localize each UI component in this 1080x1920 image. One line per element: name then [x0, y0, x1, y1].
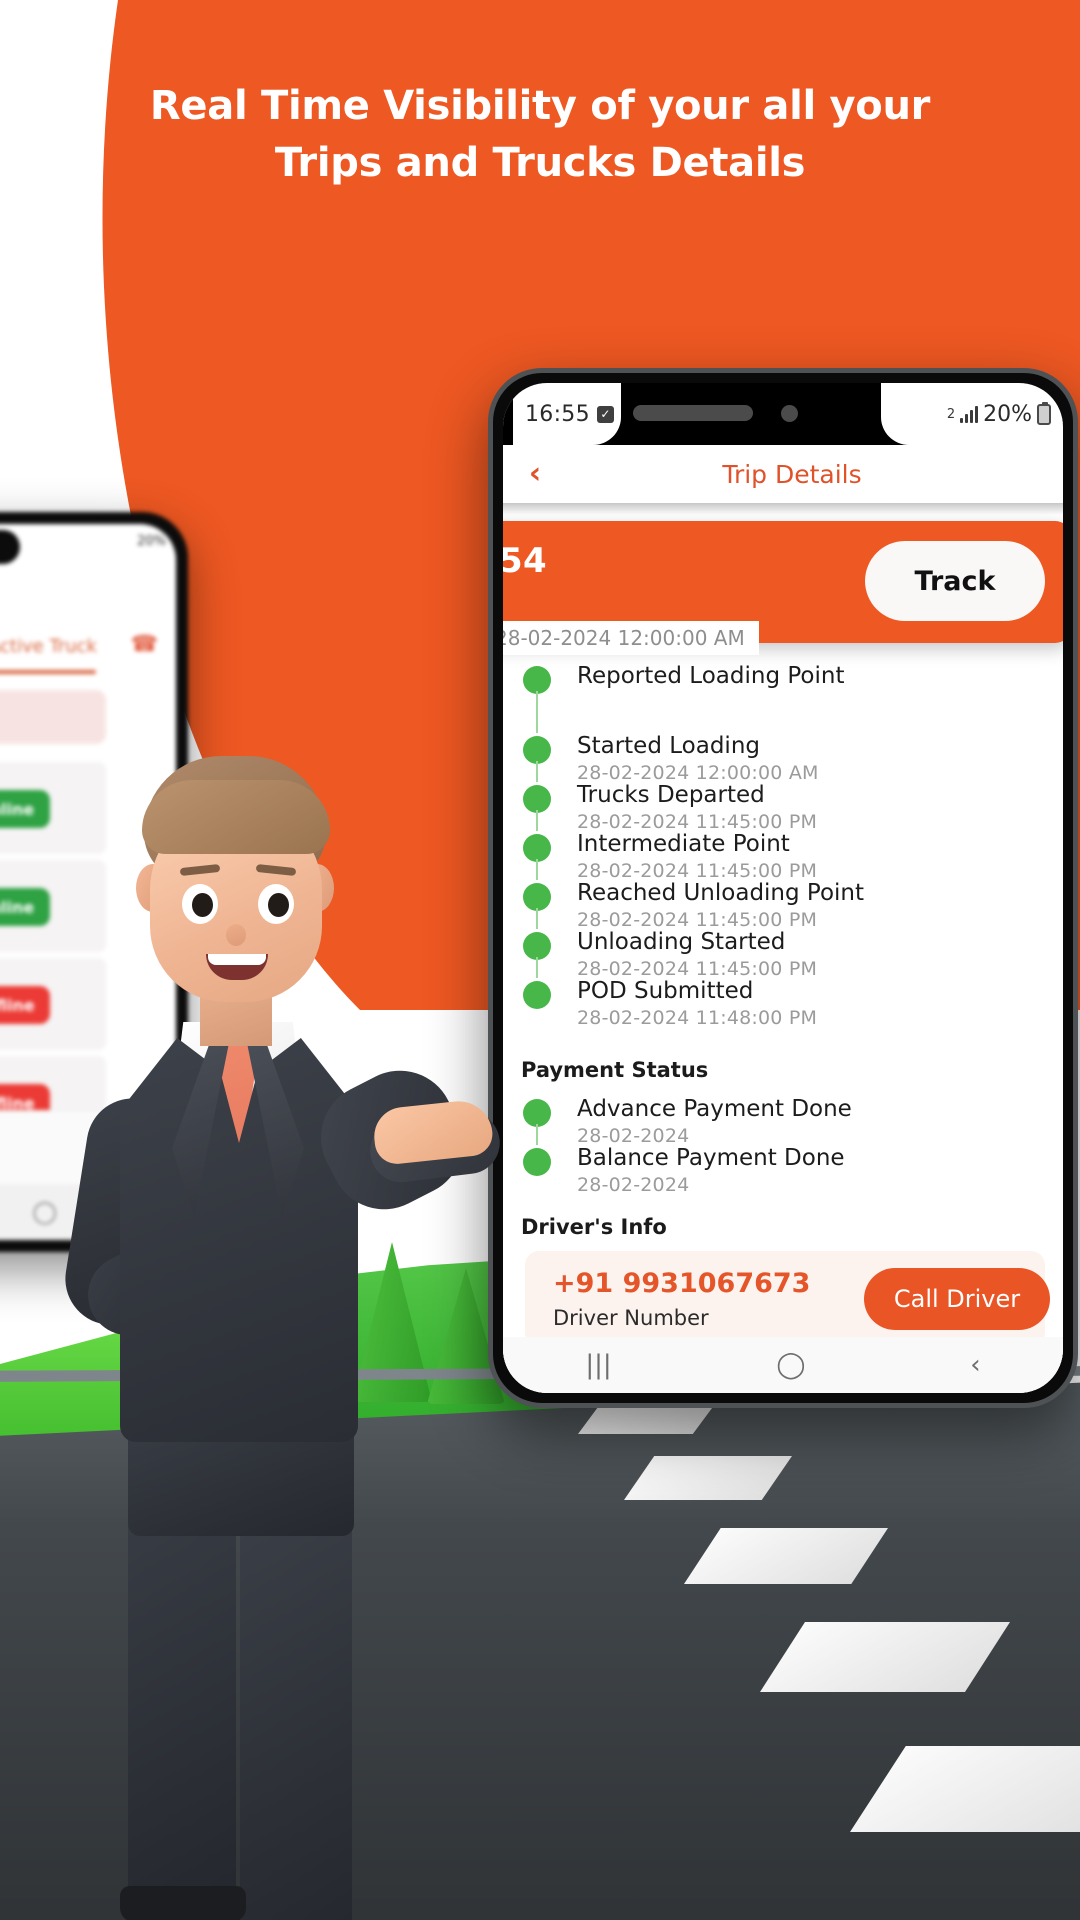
- character-teeth: [208, 954, 266, 965]
- timeline-item: Reported Loading Point: [503, 663, 1063, 733]
- timeline-item: Trucks Departed 28-02-2024 11:45:00 PM: [503, 782, 1063, 833]
- character-fringe: [142, 780, 330, 854]
- battery-icon: [1037, 401, 1051, 425]
- phone-screen: 16:55 ✓ 2 20% ‹ Trip Details WB7: [503, 383, 1063, 1393]
- payment-status-heading: Payment Status: [521, 1058, 709, 1082]
- driver-number-caption: Driver Number: [553, 1306, 709, 1330]
- front-camera-icon: [781, 405, 798, 422]
- timeline-dot-icon: [523, 666, 551, 694]
- payment-timeline-item: Advance Payment Done 28-02-2024: [503, 1096, 1063, 1147]
- promo-screenshot: Real Time Visibility of your all your Tr…: [0, 0, 1080, 1920]
- secondary-app-header: me ☎: [0, 572, 176, 657]
- promo-headline: Real Time Visibility of your all your Tr…: [110, 78, 970, 192]
- timeline-connector: [536, 761, 538, 782]
- timeline-connector: [536, 691, 538, 733]
- timeline-label: Reached Unloading Point: [577, 880, 865, 906]
- timeline-item: Reached Unloading Point 28-02-2024 11:45…: [503, 880, 1063, 931]
- status-bar-right: 2 20%: [881, 383, 1063, 445]
- primary-phone-mockup: 16:55 ✓ 2 20% ‹ Trip Details WB7: [488, 368, 1078, 1408]
- timeline-label: Unloading Started: [577, 929, 786, 955]
- character-leg-left: [128, 1506, 236, 1920]
- track-button[interactable]: Track: [865, 541, 1045, 621]
- timeline-item: POD Submitted 28-02-2024 11:48:00 PM: [503, 978, 1063, 1034]
- timeline-label: Started Loading: [577, 733, 760, 759]
- timeline-connector: [536, 908, 538, 929]
- character-pupil-left: [192, 893, 213, 917]
- battery-percent: 20%: [983, 401, 1032, 427]
- network-type-label: 2: [946, 406, 956, 422]
- secondary-phone-notch: [0, 530, 20, 564]
- android-navbar[interactable]: ||| ◯ ‹: [503, 1337, 1063, 1393]
- timeline-label: Reported Loading Point: [577, 663, 845, 689]
- timeline-dot-icon: [523, 736, 551, 764]
- payment-label: Balance Payment Done: [577, 1145, 845, 1171]
- timeline-item: Intermediate Point 28-02-2024 11:45:00 P…: [503, 831, 1063, 882]
- timeline-dot-icon: [523, 932, 551, 960]
- timeline-connector: [536, 859, 538, 880]
- driver-info-card: +91 9931067673 Driver Number Call Driver: [525, 1251, 1050, 1347]
- timeline-timestamp: 28-02-2024 11:48:00 PM: [577, 1007, 818, 1030]
- character-shoe: [120, 1886, 246, 1920]
- character-pupil-right: [268, 893, 289, 917]
- character-leg-right: [240, 1506, 352, 1920]
- timeline-dot-icon: [523, 981, 551, 1009]
- timeline-item: Started Loading 28-02-2024 12:00:00 AM: [503, 733, 1063, 784]
- timeline-dot-icon: [523, 1148, 551, 1176]
- headline-line-1: Real Time Visibility of your all your: [149, 83, 931, 129]
- headline-line-2: Trips and Trucks Details: [274, 139, 806, 186]
- timeline-label: POD Submitted: [577, 978, 754, 1004]
- businessman-3d-character: [24, 746, 504, 1920]
- timeline-dot-icon: [523, 785, 551, 813]
- vehicle-number: WB73G4554: [503, 541, 547, 581]
- page-title: Trip Details: [722, 459, 862, 489]
- earpiece-speaker-icon: [633, 405, 753, 421]
- timeline-dot-icon: [523, 883, 551, 911]
- back-icon[interactable]: ‹: [970, 1350, 980, 1380]
- status-bar-left: 16:55 ✓: [513, 383, 621, 445]
- check-square-icon: ✓: [596, 405, 614, 423]
- status-time: 16:55: [525, 401, 590, 427]
- timeline-connector: [536, 1124, 538, 1145]
- recents-icon[interactable]: |||: [585, 1350, 611, 1380]
- app-bar: ‹ Trip Details: [503, 445, 1063, 503]
- tab-active-truck[interactable]: Active Truck: [0, 636, 97, 657]
- home-icon[interactable]: ◯: [776, 1350, 805, 1380]
- secondary-search-input[interactable]: ks: [0, 690, 106, 744]
- timeline-dot-icon: [523, 1099, 551, 1127]
- secondary-tab-bar[interactable]: ucks Active Truck: [0, 636, 176, 680]
- timeline-item: Unloading Started 28-02-2024 11:45:00 PM: [503, 929, 1063, 980]
- tab-active-indicator: [0, 670, 96, 674]
- trip-details-content: WB73G4554 Trip ID: 5 Track 28-02-2024 12…: [503, 503, 1063, 1393]
- signal-bars-icon: [960, 405, 979, 423]
- payment-timeline-item: Balance Payment Done 28-02-2024: [503, 1145, 1063, 1199]
- trip-timeline: Reported Loading Point Started Loading 2…: [503, 663, 1063, 1393]
- timeline-dot-icon: [523, 834, 551, 862]
- call-driver-button[interactable]: Call Driver: [864, 1268, 1050, 1330]
- trip-start-datetime: 28-02-2024 12:00:00 AM: [503, 621, 759, 655]
- timeline-label: Intermediate Point: [577, 831, 790, 857]
- secondary-status-battery: 20%: [137, 534, 166, 549]
- timeline-label: Trucks Departed: [577, 782, 765, 808]
- payment-label: Advance Payment Done: [577, 1096, 852, 1122]
- drivers-info-heading: Driver's Info: [521, 1215, 667, 1239]
- content-top-shadow: [503, 503, 1063, 515]
- timeline-connector: [536, 957, 538, 978]
- driver-phone-number: +91 9931067673: [553, 1268, 811, 1299]
- payment-timestamp: 28-02-2024: [577, 1174, 690, 1197]
- timeline-connector: [536, 810, 538, 831]
- character-nose: [226, 924, 246, 946]
